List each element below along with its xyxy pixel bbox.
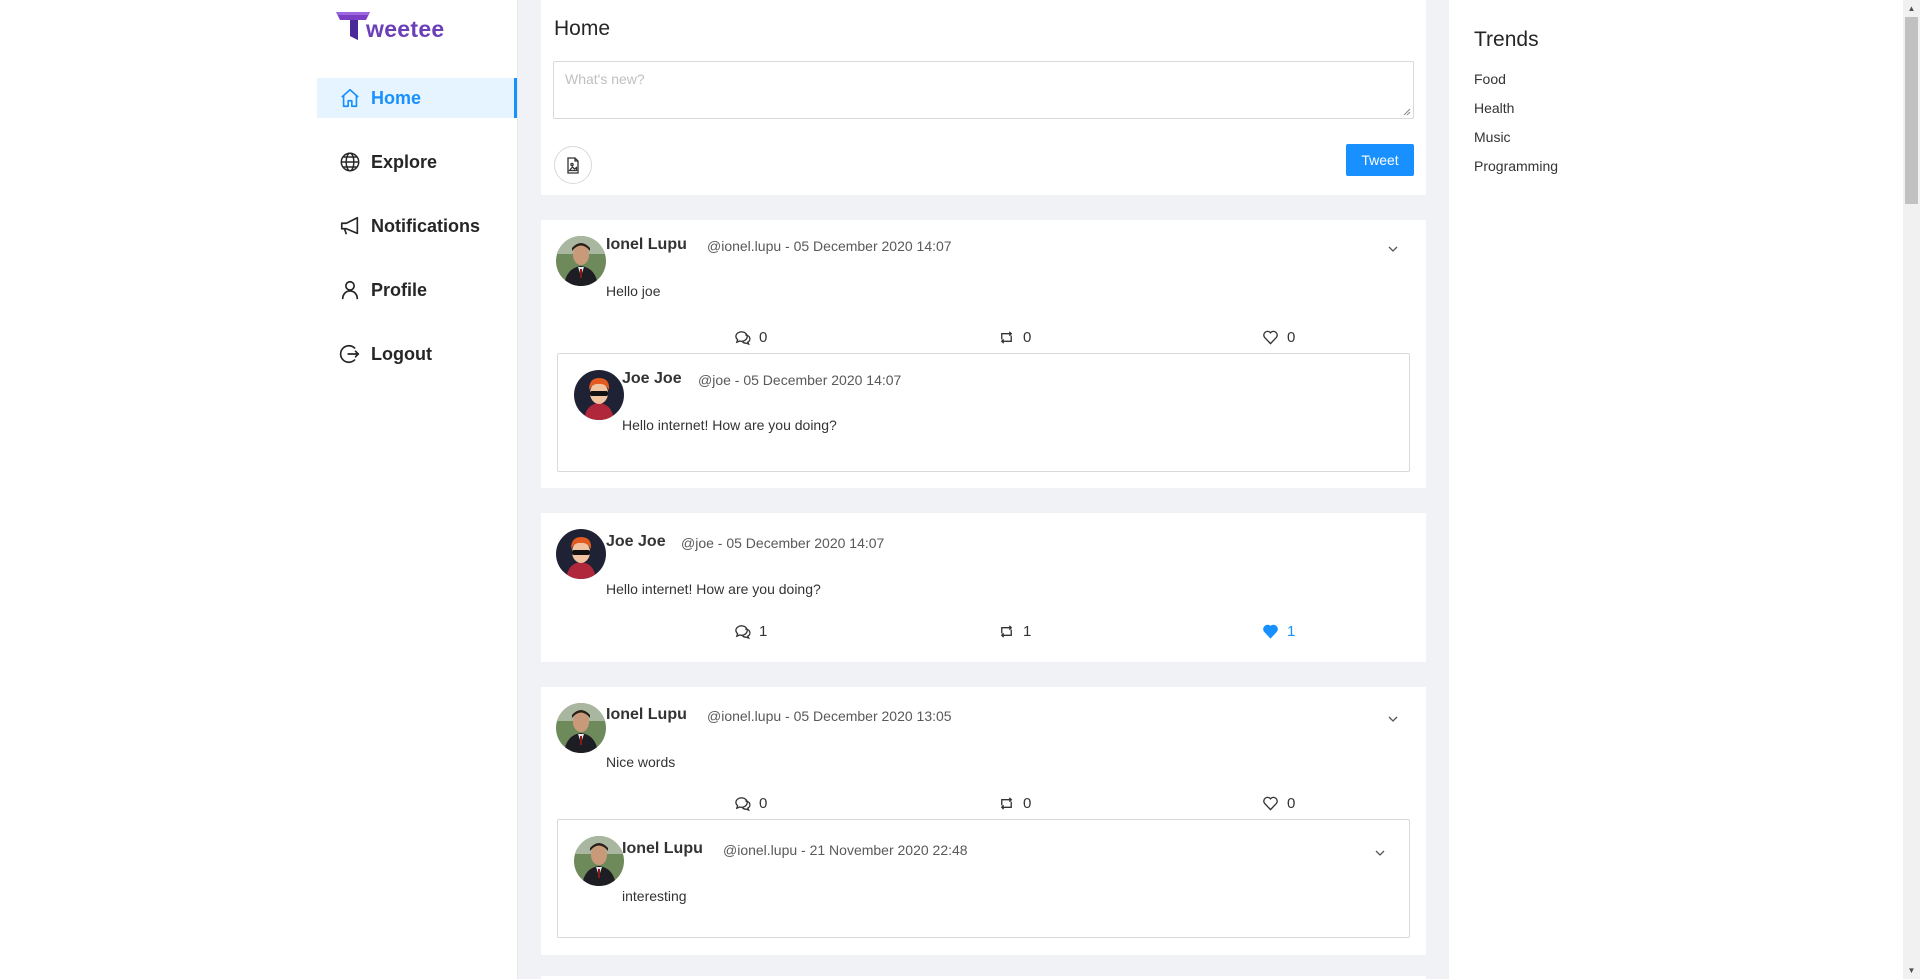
comment-count: 1 [759,623,768,640]
nav-item-explore[interactable]: Explore [317,142,517,182]
retweet-button[interactable]: 0 [998,795,1031,812]
comment-button[interactable]: 1 [734,623,767,640]
quoted-author[interactable]: Joe Joe [622,370,682,388]
comment-count: 0 [759,795,768,812]
avatar-ionel-image [556,236,606,286]
like-button[interactable]: 0 [1262,329,1295,346]
scroll-up-arrow-icon[interactable]: ▲ [1903,0,1920,17]
chevron-down-icon[interactable] [1373,846,1387,860]
tweet-author[interactable]: Ionel Lupu [606,706,687,724]
nav-label-notifications: Notifications [371,215,481,236]
tweet-author[interactable]: Joe Joe [606,533,666,551]
nav-label-profile: Profile [371,279,428,300]
comment-icon [735,797,751,812]
tweet-author[interactable]: Ionel Lupu [606,236,687,254]
retweet-icon [1000,797,1013,810]
like-button[interactable]: 1 [1262,623,1295,640]
nav-label-logout: Logout [371,343,432,364]
page-title: Home [554,17,611,40]
retweet-count: 0 [1023,329,1032,346]
logo-t-icon [336,12,370,40]
nav-label-home: Home [371,87,422,108]
quoted-text: Hello internet! How are you doing? [622,417,837,433]
avatar-joe-image [574,370,624,420]
compose-input[interactable]: What's new? [553,61,1414,119]
globe-icon [340,152,360,172]
trend-item-music[interactable]: Music [1474,129,1511,145]
avatar[interactable] [556,236,606,286]
quoted-meta: @ionel.lupu - 21 November 2020 22:48 [723,842,968,858]
trend-item-food[interactable]: Food [1474,71,1506,87]
like-count: 1 [1287,623,1296,640]
tweet-card: Ionel Lupu @ionel.lupu - 05 December 202… [541,687,1426,955]
comment-button[interactable]: 0 [734,795,767,812]
retweet-icon [1000,625,1013,638]
heart-icon [1263,330,1278,345]
retweet-count: 1 [1023,623,1032,640]
tweet-meta: @ionel.lupu - 05 December 2020 13:05 [707,708,952,724]
quoted-tweet[interactable]: Joe Joe @joe - 05 December 2020 14:07 He… [557,353,1410,472]
tweet-meta: @ionel.lupu - 05 December 2020 14:07 [707,238,952,254]
retweet-icon [1000,331,1013,344]
avatar-ionel-image [574,836,624,886]
heart-icon [1263,796,1278,811]
like-count: 0 [1287,329,1296,346]
page-scrollbar[interactable]: ▲ ▼ [1903,0,1920,979]
scroll-down-arrow-icon[interactable]: ▼ [1903,962,1920,979]
tweet-text: Hello joe [606,283,661,299]
home-icon [341,88,359,108]
comment-button[interactable]: 0 [734,329,767,346]
quoted-text: interesting [622,888,687,904]
avatar[interactable] [556,529,606,579]
trend-item-programming[interactable]: Programming [1474,158,1558,174]
retweet-count: 0 [1023,795,1032,812]
chevron-down-icon[interactable] [1386,242,1400,256]
trend-item-health[interactable]: Health [1474,100,1514,116]
attach-file-button[interactable] [554,146,592,184]
file-image-icon [567,156,579,174]
quoted-meta: @joe - 05 December 2020 14:07 [698,372,902,388]
comment-icon [735,331,751,346]
avatar[interactable] [556,703,606,753]
nav-item-home[interactable]: Home [317,78,517,118]
retweet-button[interactable]: 0 [998,329,1031,346]
tweet-meta: @joe - 05 December 2020 14:07 [681,535,885,551]
avatar-ionel-image [556,703,606,753]
comment-icon [735,625,751,640]
tweet-card: Joe Joe @joe - 05 December 2020 14:07 He… [541,513,1426,662]
megaphone-icon [340,216,359,235]
nav-item-profile[interactable]: Profile [317,270,517,310]
quoted-tweet[interactable]: Ionel Lupu @ionel.lupu - 21 November 202… [557,819,1410,938]
tweet-button[interactable]: Tweet [1346,144,1414,176]
nav-item-notifications[interactable]: Notifications [317,206,517,246]
tweet-text: Nice words [606,754,676,770]
like-count: 0 [1287,795,1296,812]
main-nav: Home Explore Notifications Profile Logou… [317,78,517,398]
logo-text: weetee [366,16,445,42]
chevron-down-icon[interactable] [1386,712,1400,726]
resize-handle-icon[interactable] [1403,108,1411,116]
user-icon [341,280,359,300]
avatar[interactable] [574,370,624,420]
avatar[interactable] [574,836,624,886]
tweet-card: Ionel Lupu @ionel.lupu - 05 December 202… [541,220,1426,488]
heart-filled-icon [1263,624,1278,639]
nav-label-explore: Explore [371,151,438,172]
like-button[interactable]: 0 [1262,795,1295,812]
logout-icon [339,344,360,364]
compose-card: Home What's new? Tweet [541,0,1426,195]
logo[interactable]: weetee [334,10,445,43]
sidebar: weetee Home Explore Notifications Profil… [317,0,517,979]
nav-item-logout[interactable]: Logout [317,334,517,374]
comment-count: 0 [759,329,768,346]
scroll-thumb[interactable] [1905,17,1918,204]
avatar-joe-image [556,529,606,579]
trends-title: Trends [1474,28,1539,51]
tweet-text: Hello internet! How are you doing? [606,581,821,597]
retweet-button[interactable]: 1 [998,623,1031,640]
quoted-author[interactable]: Ionel Lupu [622,840,703,858]
